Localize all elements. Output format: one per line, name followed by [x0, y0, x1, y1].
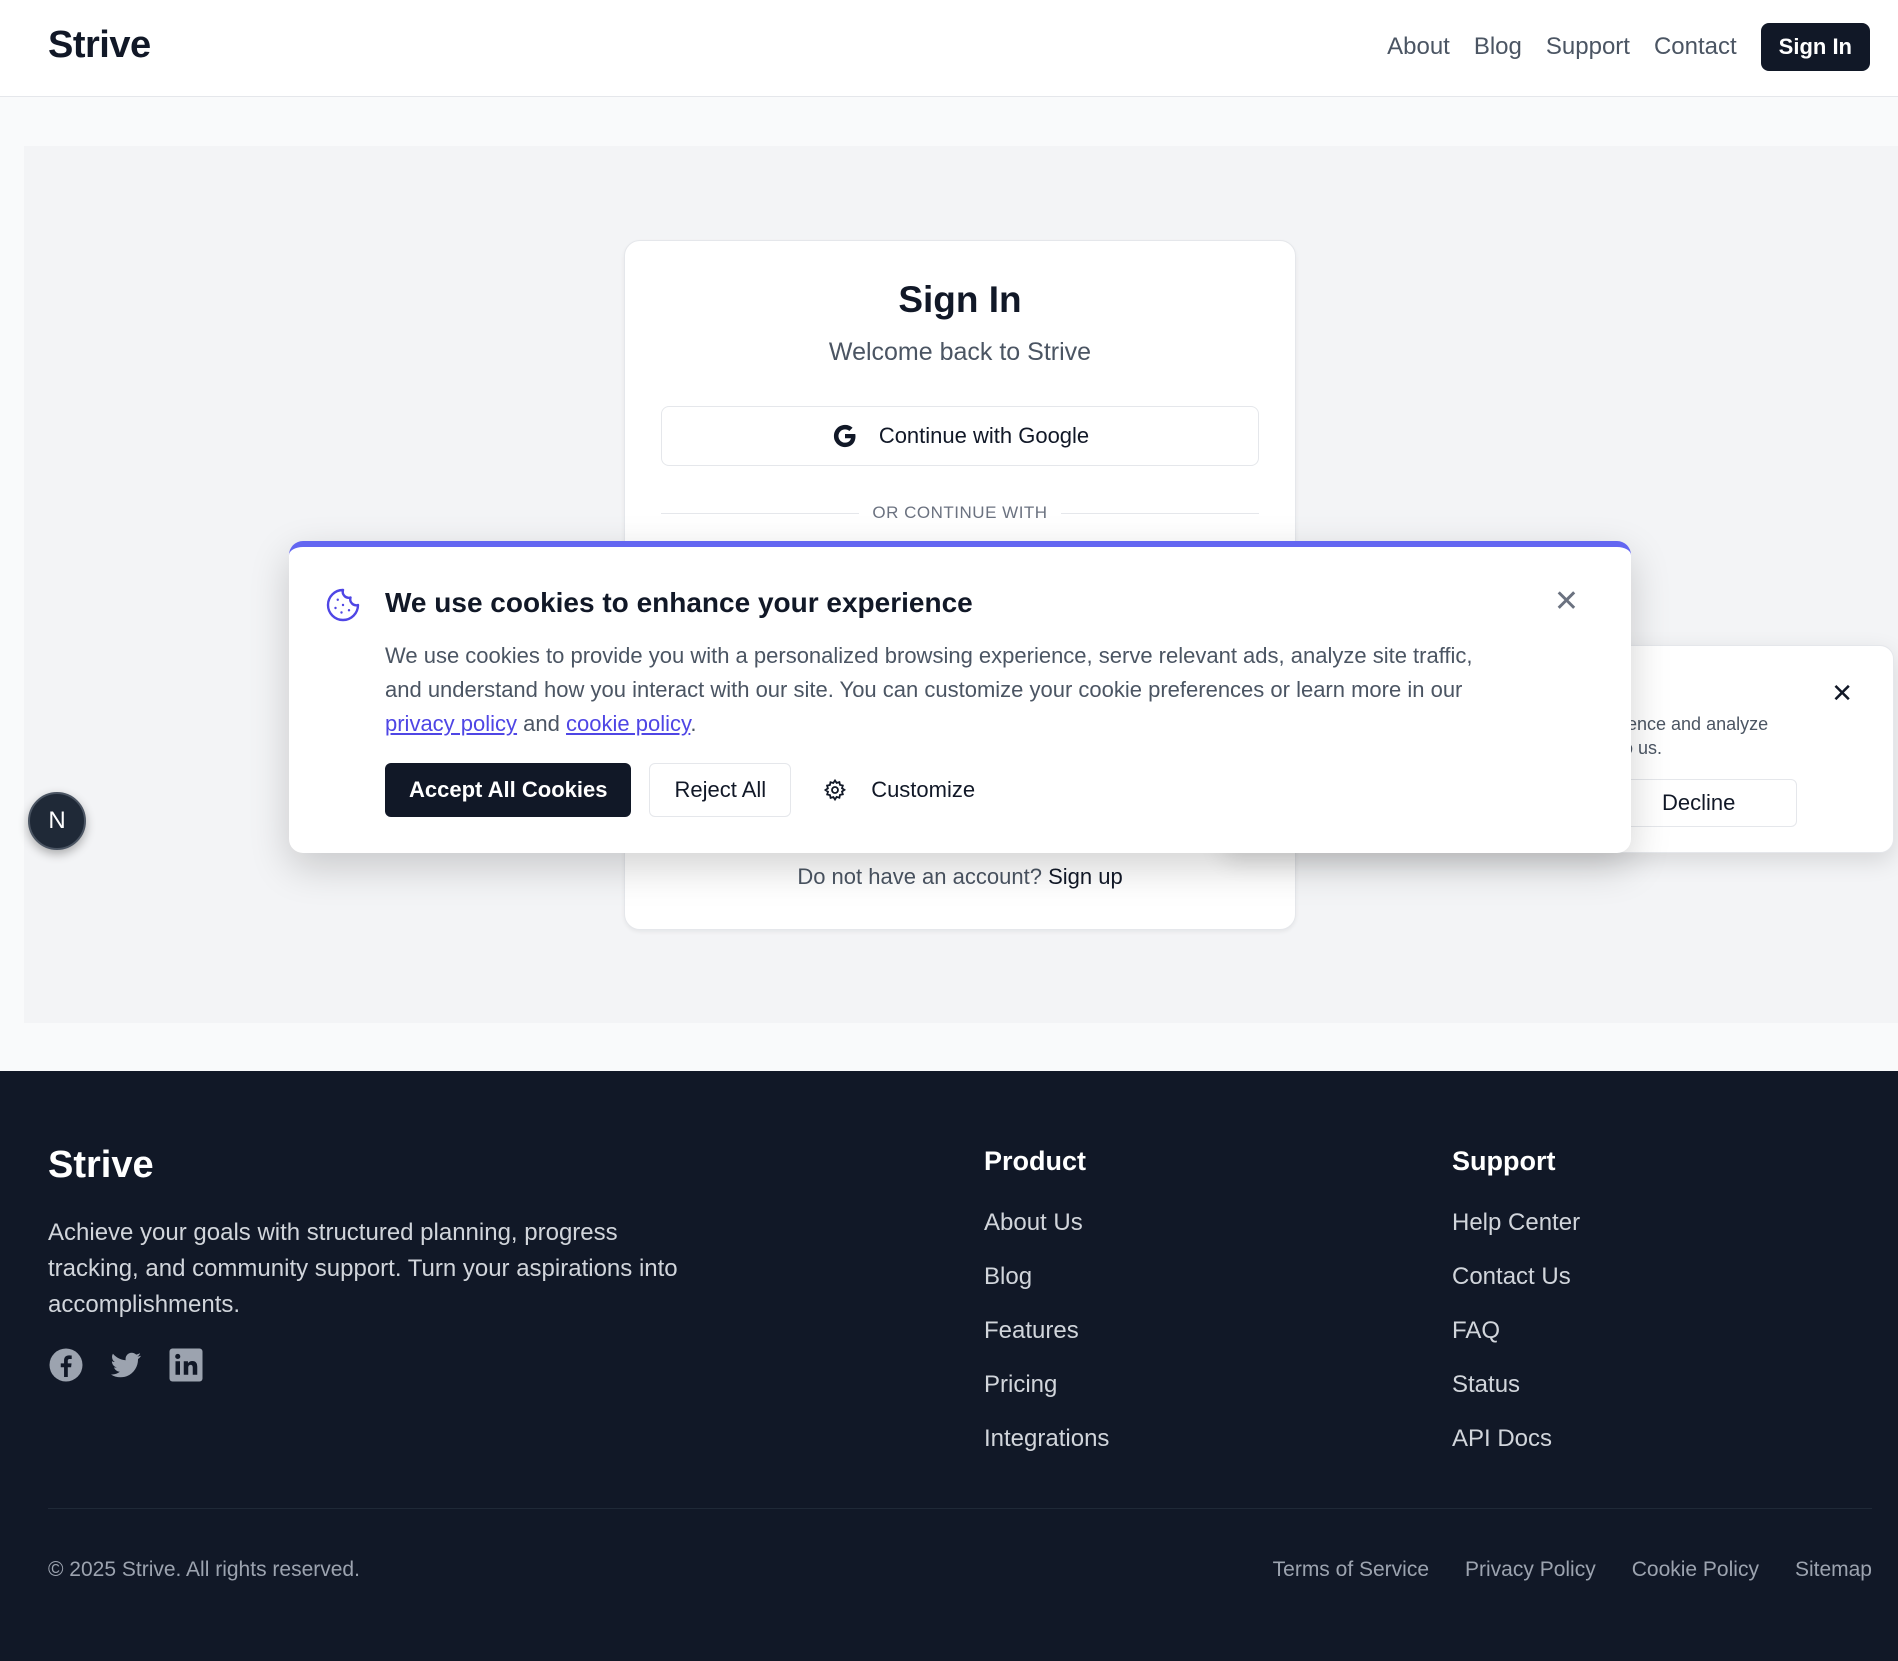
- footer-product-column: Product About Us Blog Features Pricing I…: [984, 1146, 1109, 1479]
- footer-link-help-center[interactable]: Help Center: [1452, 1209, 1580, 1237]
- site-footer: Strive Achieve your goals with structure…: [0, 1071, 1898, 1661]
- cookie-consent-banner: We use cookies to enhance your experienc…: [289, 541, 1631, 853]
- nav-blog[interactable]: Blog: [1474, 33, 1522, 61]
- header-signin-button[interactable]: Sign In: [1760, 23, 1870, 71]
- footer-link-pricing[interactable]: Pricing: [984, 1371, 1109, 1399]
- cookie-icon: [325, 587, 361, 623]
- footer-link-features[interactable]: Features: [984, 1317, 1109, 1345]
- site-header: Strive About Blog Support Contact Sign I…: [0, 0, 1898, 97]
- cookie-title: We use cookies to enhance your experienc…: [385, 587, 973, 618]
- signin-title: Sign In: [898, 279, 1022, 320]
- legal-link-sitemap[interactable]: Sitemap: [1795, 1558, 1872, 1582]
- footer-link-about-us[interactable]: About Us: [984, 1209, 1109, 1237]
- footer-description: Achieve your goals with structured plann…: [48, 1219, 678, 1318]
- footer-support-heading: Support: [1452, 1146, 1556, 1176]
- or-divider: OR CONTINUE WITH: [661, 503, 1259, 523]
- signin-subtitle: Welcome back to Strive: [828, 338, 1092, 366]
- signup-prompt-text: Do not have an account?: [797, 864, 1042, 889]
- footer-link-blog[interactable]: Blog: [984, 1263, 1109, 1291]
- footer-link-faq[interactable]: FAQ: [1452, 1317, 1580, 1345]
- footer-divider: [48, 1508, 1872, 1509]
- reject-all-button[interactable]: Reject All: [649, 763, 792, 817]
- legal-link-privacy[interactable]: Privacy Policy: [1465, 1558, 1596, 1582]
- nav-about[interactable]: About: [1387, 33, 1450, 61]
- legal-links: Terms of Service Privacy Policy Cookie P…: [1237, 1558, 1872, 1582]
- footer-support-column: Support Help Center Contact Us FAQ Statu…: [1452, 1146, 1580, 1479]
- footer-link-integrations[interactable]: Integrations: [984, 1425, 1109, 1453]
- google-signin-button[interactable]: Continue with Google: [661, 406, 1259, 466]
- signup-prompt: Do not have an account? Sign up: [625, 864, 1295, 890]
- google-icon: [831, 422, 859, 450]
- footer-link-status[interactable]: Status: [1452, 1371, 1580, 1399]
- linkedin-icon[interactable]: [168, 1347, 204, 1383]
- signup-link[interactable]: Sign up: [1048, 864, 1123, 889]
- divider-line-right: [1061, 513, 1259, 514]
- brand-logo[interactable]: Strive: [48, 24, 151, 67]
- nav-contact[interactable]: Contact: [1654, 33, 1737, 61]
- cookie-policy-link[interactable]: cookie policy: [566, 711, 690, 736]
- privacy-policy-link[interactable]: privacy policy: [385, 711, 517, 736]
- cookie-body: We use cookies to provide you with a per…: [385, 639, 1515, 741]
- dev-badge[interactable]: N: [28, 792, 86, 850]
- footer-product-heading: Product: [984, 1146, 1087, 1176]
- copyright-text: © 2025 Strive. All rights reserved.: [48, 1558, 360, 1581]
- accept-all-cookies-button[interactable]: Accept All Cookies: [385, 763, 632, 817]
- google-button-label: Continue with Google: [878, 423, 1090, 448]
- footer-link-api-docs[interactable]: API Docs: [1452, 1425, 1580, 1453]
- customize-button[interactable]: Customize: [809, 763, 989, 817]
- legal-link-terms[interactable]: Terms of Service: [1273, 1558, 1429, 1582]
- cookie-actions: Accept All Cookies Reject All Customize: [385, 763, 989, 817]
- customize-label: Customize: [871, 777, 976, 802]
- footer-brand[interactable]: Strive: [48, 1144, 154, 1187]
- facebook-icon[interactable]: [48, 1347, 84, 1383]
- twitter-icon[interactable]: [108, 1347, 144, 1383]
- main-nav: About Blog Support Contact Sign In: [1387, 23, 1870, 71]
- secondary-popup-text-line1: ience and analyze: [1623, 714, 1769, 734]
- gear-icon: [823, 778, 847, 802]
- footer-link-contact-us[interactable]: Contact Us: [1452, 1263, 1580, 1291]
- cookie-and-text: and: [523, 711, 560, 736]
- secondary-close-icon[interactable]: ✕: [1831, 678, 1853, 709]
- cookie-body-text: We use cookies to provide you with a per…: [385, 643, 1473, 702]
- social-links: [48, 1347, 228, 1383]
- cookie-body-end: .: [690, 711, 697, 736]
- nav-support[interactable]: Support: [1546, 33, 1630, 61]
- legal-link-cookie[interactable]: Cookie Policy: [1632, 1558, 1759, 1582]
- cookie-close-icon[interactable]: ✕: [1554, 587, 1579, 617]
